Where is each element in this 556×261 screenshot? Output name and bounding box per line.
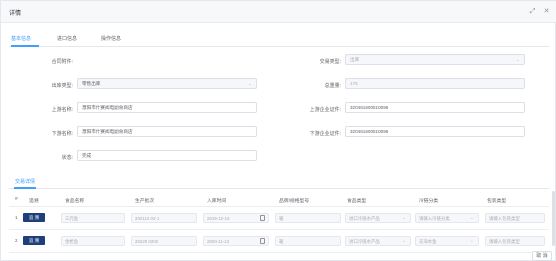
food-name-input[interactable]: 金枪鱼 xyxy=(61,236,125,246)
header-batch: 生产批次 xyxy=(135,199,155,204)
downstream-license-value: 320481600510095 xyxy=(350,129,389,134)
downstream-name-value: 濮阳市什赛闻电副食商店 xyxy=(82,129,133,134)
batch-value: 20220 0202 xyxy=(135,239,159,244)
header-cold-chain: 冷链分类 xyxy=(419,199,439,204)
brand-value: 箱 xyxy=(279,239,284,244)
chevron-down-icon: ⌄ xyxy=(469,215,474,221)
calendar-icon xyxy=(260,215,265,221)
cold-chain-value: 冻海水鱼 xyxy=(419,239,437,244)
food-type-select[interactable]: 进口冷链水产品 ⌄ xyxy=(345,213,411,223)
main-tabs: 基本信息 进口信息 操作信息 xyxy=(9,33,549,47)
brand-input[interactable]: 箱 xyxy=(275,236,341,246)
chevron-down-icon: ⌄ xyxy=(401,238,406,244)
food-type-value: 进口冷链水产品 xyxy=(349,239,380,244)
table-row: 2 追 溯 金枪鱼 20220 0202 2020-11-12 箱 进口冷链水产… xyxy=(9,230,549,253)
chevron-down-icon: ⌄ xyxy=(515,57,520,63)
upstream-license-field[interactable]: 320481600510095 xyxy=(345,102,525,113)
tab-trade-detail[interactable]: 交易详情 xyxy=(15,178,35,185)
header-brand: 品牌/规格型号 xyxy=(279,199,310,204)
in-time-value: 2020-11-12 xyxy=(207,239,230,244)
downstream-license-field[interactable]: 320481600510095 xyxy=(345,126,525,137)
brand-input[interactable]: 箱 xyxy=(275,213,341,223)
downstream-name-label: 下游名称: xyxy=(51,131,73,137)
upstream-name-value: 濮阳市什赛闻电副食商店 xyxy=(82,105,133,110)
in-time-picker[interactable]: 2015-12-13 xyxy=(203,213,269,223)
upstream-license-value: 320481600510095 xyxy=(350,105,389,110)
trade-detail-table: # 追溯 食品名称 生产批次 入库时间 品牌/规格型号 食品类型 冷链分类 包装… xyxy=(9,193,549,253)
dialog-header: 详情 ⤢ ✕ xyxy=(1,1,556,23)
upstream-name-field[interactable]: 濮阳市什赛闻电副食商店 xyxy=(77,102,257,113)
cold-chain-value: 请输入冷链分类 xyxy=(419,216,450,221)
table-header: # 追溯 食品名称 生产批次 入库时间 品牌/规格型号 食品类型 冷链分类 包装… xyxy=(9,193,549,207)
chevron-down-icon: ⌄ xyxy=(247,81,252,87)
status-field[interactable]: 完成 xyxy=(77,150,257,161)
active-tab-indicator xyxy=(14,187,36,189)
brand-value: 箱 xyxy=(279,216,284,221)
in-time-value: 2015-12-13 xyxy=(207,216,230,221)
tab-basic-info[interactable]: 基本信息 xyxy=(11,35,31,42)
food-name-input[interactable]: 三元鱼 xyxy=(61,213,125,223)
chevron-down-icon: ⌄ xyxy=(401,215,406,221)
batch-input[interactable]: 202110 02-1 xyxy=(131,213,197,223)
cancel-button[interactable]: 取 消 xyxy=(532,251,552,261)
upstream-name-label: 上游名称: xyxy=(51,107,73,113)
status-label: 状态: xyxy=(61,155,73,161)
close-icon[interactable]: ✕ xyxy=(542,7,551,16)
cold-chain-select[interactable]: 请输入冷链分类 ⌄ xyxy=(415,213,479,223)
trace-button[interactable]: 追 溯 xyxy=(23,213,45,222)
dialog-title: 详情 xyxy=(9,11,22,17)
tab-operation-info[interactable]: 操作信息 xyxy=(101,35,121,42)
detail-dialog: 详情 ⤢ ✕ 基本信息 进口信息 操作信息 合同附件: 交易类型: 出库 ⌄ 出… xyxy=(0,0,556,261)
trace-button[interactable]: 追 溯 xyxy=(23,236,45,245)
detail-tabs: 交易详情 xyxy=(9,177,549,189)
header-in-time: 入库时间 xyxy=(207,199,227,204)
active-tab-indicator xyxy=(11,45,39,47)
batch-input[interactable]: 20220 0202 xyxy=(131,236,197,246)
food-name-value: 三元鱼 xyxy=(65,216,79,221)
package-input[interactable]: 请输入包装类型 xyxy=(485,236,545,246)
calendar-icon xyxy=(260,238,265,244)
package-value: 请输入包装类型 xyxy=(489,239,520,244)
header-package: 包装类型 xyxy=(487,199,507,204)
tab-import-info[interactable]: 进口信息 xyxy=(57,35,77,42)
trade-type-label: 交易类型: xyxy=(319,59,341,65)
outbound-type-value: 零售出库 xyxy=(82,81,101,86)
header-food-type: 食品类型 xyxy=(347,199,367,204)
food-type-value: 进口冷链水产品 xyxy=(349,216,380,221)
batch-value: 202110 02-1 xyxy=(135,216,160,221)
package-value: 请输入包装类型 xyxy=(489,216,520,221)
food-type-select[interactable]: 进口冷链水产品 ⌄ xyxy=(345,236,411,246)
table-row: 1 追 溯 三元鱼 202110 02-1 2015-12-13 箱 进口冷链水… xyxy=(9,207,549,230)
chevron-down-icon: ⌄ xyxy=(469,238,474,244)
downstream-license-label: 下游企业证件: xyxy=(309,131,341,137)
downstream-name-field[interactable]: 濮阳市什赛闻电副食商店 xyxy=(77,126,257,137)
trade-type-select[interactable]: 出库 ⌄ xyxy=(345,54,525,65)
table-scrollbar[interactable] xyxy=(552,191,555,246)
outbound-type-label: 出库类型: xyxy=(51,83,73,89)
outbound-type-select[interactable]: 零售出库 ⌄ xyxy=(77,78,257,89)
total-weight-field[interactable]: 175 xyxy=(345,78,525,89)
status-value: 完成 xyxy=(82,153,92,158)
header-index: # xyxy=(15,197,18,202)
row-index: 2 xyxy=(15,238,18,243)
total-weight-label: 总重量: xyxy=(324,83,341,89)
total-weight-value: 175 xyxy=(350,81,358,86)
header-food-name: 食品名称 xyxy=(65,199,85,204)
food-name-value: 金枪鱼 xyxy=(65,239,79,244)
upstream-license-label: 上游企业证件: xyxy=(309,107,341,113)
expand-icon[interactable]: ⤢ xyxy=(528,7,537,16)
row-index: 1 xyxy=(15,215,18,220)
package-input[interactable]: 请输入包装类型 xyxy=(485,213,545,223)
header-trace: 追溯 xyxy=(29,199,39,204)
in-time-picker[interactable]: 2020-11-12 xyxy=(203,236,269,246)
trade-type-value: 出库 xyxy=(350,57,360,62)
contract-label: 合同附件: xyxy=(51,59,73,65)
cold-chain-select[interactable]: 冻海水鱼 ⌄ xyxy=(415,236,479,246)
